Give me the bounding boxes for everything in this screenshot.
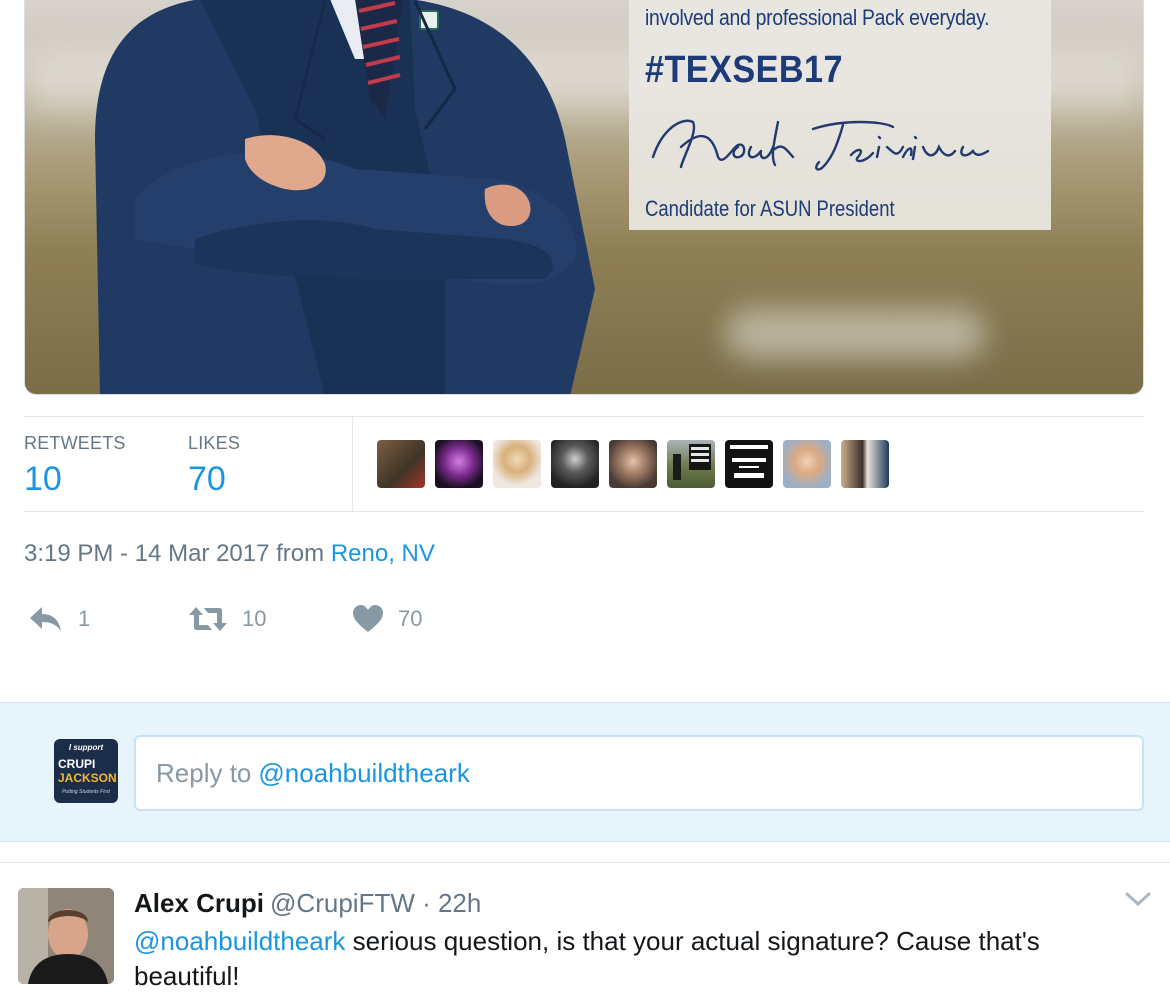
reply-count: 1 bbox=[78, 606, 91, 631]
avatar-photo bbox=[18, 888, 114, 984]
likes-label: LIKES bbox=[188, 433, 241, 453]
likes-stat[interactable]: LIKES 70 bbox=[188, 433, 240, 499]
liker-avatar-1[interactable] bbox=[377, 440, 425, 488]
retweets-count: 10 bbox=[24, 460, 62, 498]
reply-placeholder-mention: @noahbuildtheark bbox=[258, 757, 470, 788]
tweet-timestamp: 3:19 PM - 14 Mar 2017 from Reno, NV bbox=[24, 540, 435, 568]
like-button[interactable]: 70 bbox=[352, 604, 422, 634]
reply-tweet[interactable]: Alex Crupi @CrupiFTW · 22h @noahbuildthea… bbox=[0, 864, 1170, 1006]
retweet-icon bbox=[189, 607, 227, 631]
reply-button[interactable]: 1 bbox=[28, 604, 90, 634]
heart-icon bbox=[353, 605, 383, 632]
liker-avatar-5[interactable] bbox=[609, 440, 657, 488]
timestamp-time: 3:19 PM - 14 Mar 2017 from bbox=[24, 540, 325, 567]
stats-divider bbox=[352, 417, 353, 511]
liker-avatar-9[interactable] bbox=[841, 440, 889, 488]
reply-header: Alex Crupi @CrupiFTW · 22h bbox=[134, 888, 481, 919]
reply-input[interactable]: Reply to @noahbuildtheark bbox=[134, 735, 1144, 811]
chevron-down-icon bbox=[1125, 892, 1151, 907]
likes-count: 70 bbox=[188, 460, 226, 498]
current-user-avatar[interactable]: I support CRUPI JACKSON Putting Students… bbox=[54, 739, 118, 803]
reply-author-avatar[interactable] bbox=[18, 888, 114, 984]
avatar-text: CRUPI bbox=[58, 757, 96, 771]
reply-composer: I support CRUPI JACKSON Putting Students… bbox=[0, 702, 1170, 842]
promo-overlay: involved and professional Pack everyday.… bbox=[629, 0, 1051, 230]
tweet-actions: 1 10 70 bbox=[24, 604, 524, 640]
avatar-text: I support bbox=[68, 743, 104, 752]
more-options-button[interactable] bbox=[1124, 890, 1152, 913]
retweet-button[interactable]: 10 bbox=[188, 604, 266, 634]
liker-avatar-6[interactable] bbox=[667, 440, 715, 488]
engagement-stats: RETWEETS 10 LIKES 70 bbox=[24, 416, 1144, 512]
promo-text: involved and professional Pack everyday. bbox=[645, 5, 990, 30]
like-count: 70 bbox=[398, 606, 423, 631]
liker-avatar-8[interactable] bbox=[783, 440, 831, 488]
reply-author-handle[interactable]: @CrupiFTW · 22h bbox=[270, 888, 481, 918]
reply-mention-link[interactable]: @noahbuildtheark bbox=[134, 926, 345, 956]
liker-avatars bbox=[377, 440, 889, 488]
avatar-text: Putting Students First bbox=[62, 789, 110, 795]
liker-avatar-3[interactable] bbox=[493, 440, 541, 488]
divider bbox=[0, 862, 1170, 863]
reply-icon bbox=[30, 607, 61, 631]
liker-avatar-4[interactable] bbox=[551, 440, 599, 488]
reply-text: @noahbuildtheark serious question, is th… bbox=[134, 924, 1134, 994]
promo-hashtag: #TEXSEB17 bbox=[645, 49, 843, 91]
retweets-label: RETWEETS bbox=[24, 433, 126, 453]
promo-role: Candidate for ASUN President bbox=[645, 196, 895, 221]
liker-avatar-7[interactable] bbox=[725, 440, 773, 488]
tweet-media-image[interactable]: involved and professional Pack everyday.… bbox=[24, 0, 1144, 395]
reply-placeholder: Reply to bbox=[156, 757, 252, 788]
location-link[interactable]: Reno, NV bbox=[331, 540, 435, 567]
reply-author-name[interactable]: Alex Crupi bbox=[134, 888, 264, 918]
retweets-stat[interactable]: RETWEETS 10 bbox=[24, 433, 126, 499]
sign-icon bbox=[673, 444, 711, 480]
support-sign-icon bbox=[730, 445, 768, 478]
retweet-count: 10 bbox=[242, 606, 267, 631]
liker-avatar-2[interactable] bbox=[435, 440, 483, 488]
avatar-text: JACKSON bbox=[58, 771, 117, 785]
signature-image bbox=[651, 119, 990, 171]
